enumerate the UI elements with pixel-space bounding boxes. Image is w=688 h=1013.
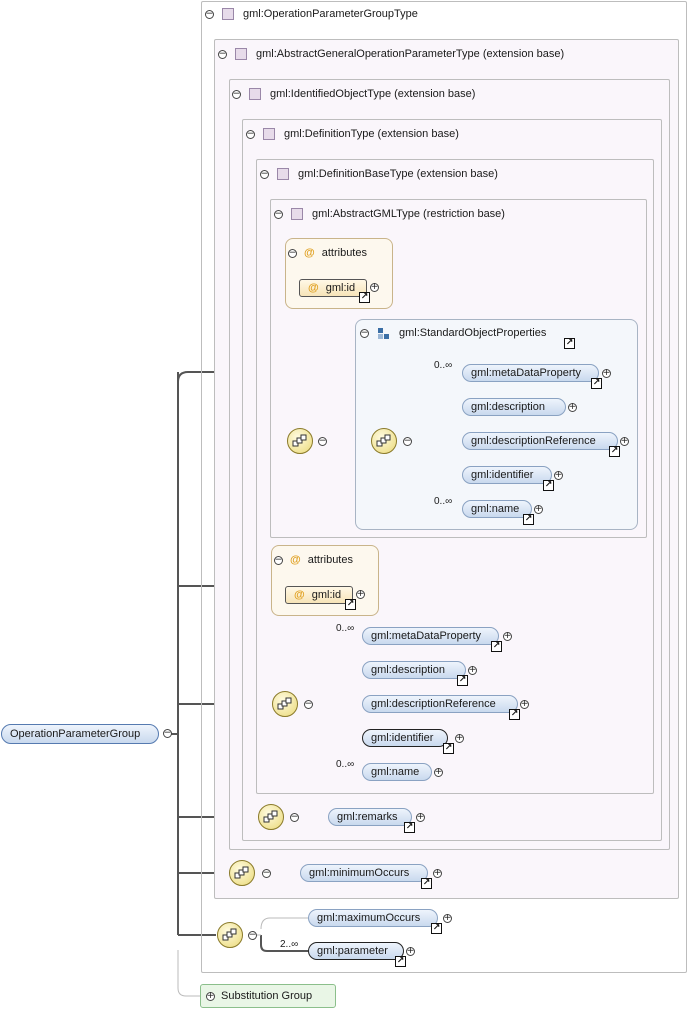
- plus-icon[interactable]: +: [416, 813, 425, 822]
- group-title[interactable]: gml:StandardObjectProperties: [399, 327, 546, 339]
- plus-icon[interactable]: +: [554, 471, 563, 480]
- element-identifier[interactable]: gml:identifier: [362, 729, 448, 747]
- type-square-icon: [263, 128, 275, 140]
- arrow-link-icon[interactable]: ↗: [523, 514, 534, 525]
- cardinality: 2..∞: [280, 939, 299, 950]
- plus-icon[interactable]: +: [468, 666, 477, 675]
- plus-icon[interactable]: +: [455, 734, 464, 743]
- at-icon: @: [308, 282, 319, 294]
- sequence-compositor-icon[interactable]: [371, 428, 397, 454]
- element-description[interactable]: gml:description: [362, 661, 466, 679]
- minus-icon[interactable]: −: [246, 129, 255, 139]
- at-icon: @: [294, 589, 305, 601]
- plus-icon[interactable]: +: [534, 505, 543, 514]
- arrow-link-icon[interactable]: ↗: [443, 743, 454, 754]
- plus-icon[interactable]: +: [443, 914, 452, 923]
- element-name[interactable]: gml:name: [362, 763, 432, 781]
- plus-icon[interactable]: +: [568, 403, 577, 412]
- arrow-link-icon[interactable]: ↗: [395, 956, 406, 967]
- arrow-link-icon[interactable]: ↗: [609, 446, 620, 457]
- element-meta-data-property[interactable]: gml:metaDataProperty: [462, 364, 599, 382]
- attributes-label: attributes: [307, 554, 353, 566]
- element-description-reference[interactable]: gml:descriptionReference: [462, 432, 618, 450]
- minus-icon[interactable]: −: [260, 169, 269, 179]
- minus-icon[interactable]: −: [288, 248, 297, 258]
- minus-icon[interactable]: −: [248, 931, 257, 940]
- cardinality: 0..∞: [336, 623, 355, 634]
- plus-icon[interactable]: +: [434, 768, 443, 777]
- substitution-group[interactable]: + Substitution Group: [200, 984, 336, 1008]
- type-square-icon: [277, 168, 289, 180]
- cardinality: 0..∞: [434, 360, 453, 371]
- element-meta-data-property[interactable]: gml:metaDataProperty: [362, 627, 499, 645]
- plus-icon[interactable]: +: [406, 947, 415, 956]
- minus-icon[interactable]: −: [274, 555, 283, 565]
- plus-icon[interactable]: +: [356, 590, 365, 599]
- plus-icon[interactable]: +: [206, 992, 215, 1001]
- type-label[interactable]: gml:DefinitionType (extension base): [284, 128, 459, 140]
- arrow-link-icon[interactable]: ↗: [564, 338, 575, 349]
- arrow-link-icon[interactable]: ↗: [359, 292, 370, 303]
- minus-icon[interactable]: −: [274, 209, 283, 219]
- sequence-compositor-icon[interactable]: [272, 691, 298, 717]
- minus-icon[interactable]: −: [163, 729, 172, 738]
- plus-icon[interactable]: +: [370, 283, 379, 292]
- minus-icon[interactable]: −: [218, 49, 227, 59]
- standard-object-properties-group: [355, 319, 638, 530]
- arrow-link-icon[interactable]: ↗: [491, 641, 502, 652]
- arrow-link-icon[interactable]: ↗: [591, 378, 602, 389]
- sequence-compositor-icon[interactable]: [229, 860, 255, 886]
- minus-icon[interactable]: −: [360, 328, 369, 338]
- at-icon: @: [290, 554, 301, 566]
- arrow-link-icon[interactable]: ↗: [421, 878, 432, 889]
- cardinality: 0..∞: [336, 759, 355, 770]
- sequence-compositor-icon[interactable]: [287, 428, 313, 454]
- arrow-link-icon[interactable]: ↗: [509, 709, 520, 720]
- element-identifier[interactable]: gml:identifier: [462, 466, 552, 484]
- arrow-link-icon[interactable]: ↗: [431, 923, 442, 934]
- minus-icon[interactable]: −: [232, 89, 241, 99]
- element-description[interactable]: gml:description: [462, 398, 566, 416]
- minus-icon[interactable]: −: [205, 9, 214, 19]
- plus-icon[interactable]: +: [433, 869, 442, 878]
- arrow-link-icon[interactable]: ↗: [404, 822, 415, 833]
- type-square-icon: [222, 8, 234, 20]
- element-remarks[interactable]: gml:remarks: [328, 808, 412, 826]
- sequence-compositor-icon[interactable]: [217, 922, 243, 948]
- arrow-link-icon[interactable]: ↗: [345, 599, 356, 610]
- arrow-link-icon[interactable]: ↗: [457, 675, 468, 686]
- minus-icon[interactable]: −: [304, 700, 313, 709]
- type-label[interactable]: gml:IdentifiedObjectType (extension base…: [270, 88, 475, 100]
- sequence-compositor-icon[interactable]: [258, 804, 284, 830]
- minus-icon[interactable]: −: [318, 437, 327, 446]
- root-element-operation-parameter-group[interactable]: OperationParameterGroup: [1, 724, 159, 744]
- attributes-label: attributes: [321, 247, 367, 259]
- element-name[interactable]: gml:name: [462, 500, 532, 518]
- type-square-icon: [249, 88, 261, 100]
- at-icon: @: [304, 247, 315, 259]
- element-description-reference[interactable]: gml:descriptionReference: [362, 695, 518, 713]
- minus-icon[interactable]: −: [262, 869, 271, 878]
- minus-icon[interactable]: −: [403, 437, 412, 446]
- minus-icon[interactable]: −: [290, 813, 299, 822]
- plus-icon[interactable]: +: [602, 369, 611, 378]
- type-label[interactable]: gml:OperationParameterGroupType: [243, 8, 418, 20]
- attribute-gml-id[interactable]: @ gml:id: [285, 586, 353, 604]
- group-icon: [378, 327, 389, 339]
- type-label[interactable]: gml:AbstractGeneralOperationParameterTyp…: [256, 48, 564, 60]
- plus-icon[interactable]: +: [620, 437, 629, 446]
- type-label[interactable]: gml:DefinitionBaseType (extension base): [298, 168, 498, 180]
- type-label[interactable]: gml:AbstractGMLType (restriction base): [312, 208, 505, 220]
- element-maximum-occurs[interactable]: gml:maximumOccurs: [308, 909, 438, 927]
- element-parameter[interactable]: gml:parameter: [308, 942, 404, 960]
- type-square-icon: [235, 48, 247, 60]
- attribute-gml-id[interactable]: @ gml:id: [299, 279, 367, 297]
- arrow-link-icon[interactable]: ↗: [543, 480, 554, 491]
- element-minimum-occurs[interactable]: gml:minimumOccurs: [300, 864, 428, 882]
- plus-icon[interactable]: +: [503, 632, 512, 641]
- cardinality: 0..∞: [434, 496, 453, 507]
- type-square-icon: [291, 208, 303, 220]
- plus-icon[interactable]: +: [520, 700, 529, 709]
